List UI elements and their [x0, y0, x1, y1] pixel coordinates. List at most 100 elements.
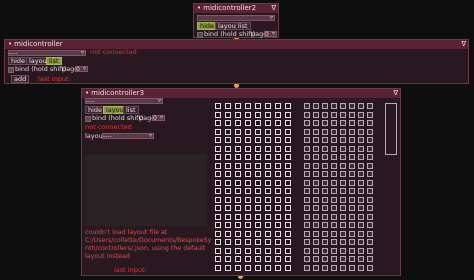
control-pad[interactable] [235, 103, 241, 109]
control-pad[interactable] [235, 154, 241, 160]
control-pad[interactable] [255, 239, 261, 245]
control-pad[interactable] [304, 256, 310, 262]
control-pad[interactable] [275, 230, 281, 237]
control-pad[interactable] [235, 239, 241, 245]
control-pad[interactable] [349, 230, 355, 237]
control-pad[interactable] [340, 145, 346, 152]
control-pad[interactable] [235, 145, 241, 152]
control-pad[interactable] [215, 120, 221, 126]
control-pad[interactable] [304, 171, 310, 177]
control-pad[interactable] [358, 230, 364, 237]
control-pad[interactable] [304, 205, 310, 211]
control-pad[interactable] [358, 137, 364, 143]
control-pad[interactable] [275, 196, 281, 203]
control-pad[interactable] [358, 213, 364, 220]
control-pad[interactable] [245, 179, 251, 186]
control-pad[interactable] [322, 205, 328, 211]
control-pad[interactable] [304, 247, 310, 254]
control-pad[interactable] [225, 128, 231, 135]
control-pad[interactable] [225, 162, 231, 169]
control-pad[interactable] [245, 239, 251, 245]
control-pad[interactable] [322, 137, 328, 143]
control-pad[interactable] [358, 154, 364, 160]
control-pad[interactable] [225, 196, 231, 203]
control-pad[interactable] [265, 128, 271, 135]
control-pad[interactable] [322, 188, 328, 194]
control-pad[interactable] [349, 213, 355, 220]
control-pad[interactable] [304, 145, 310, 152]
control-pad[interactable] [322, 103, 328, 109]
control-pad[interactable] [340, 162, 346, 169]
control-pad[interactable] [304, 179, 310, 186]
control-pad[interactable] [322, 145, 328, 152]
control-pad[interactable] [275, 264, 281, 271]
control-pad[interactable] [245, 247, 251, 254]
control-pad[interactable] [340, 196, 346, 203]
control-pad[interactable] [331, 145, 337, 152]
control-pad[interactable] [265, 256, 271, 262]
control-pad[interactable] [331, 213, 337, 220]
control-pad[interactable] [349, 179, 355, 186]
control-pad[interactable] [255, 171, 261, 177]
control-pad[interactable] [340, 230, 346, 237]
control-pad[interactable] [245, 230, 251, 237]
control-pad[interactable] [225, 205, 231, 211]
control-pad[interactable] [285, 222, 291, 228]
control-pad[interactable] [304, 264, 310, 271]
pin-icon[interactable]: ∇ [461, 40, 466, 49]
control-pad[interactable] [265, 205, 271, 211]
midicontroller-titlebar[interactable]: • midicontroller ∇ [5, 40, 468, 49]
control-pad[interactable] [313, 247, 319, 254]
control-pad[interactable] [285, 256, 291, 262]
page-dropdown[interactable]: 0 ▿ [75, 66, 88, 73]
control-pad[interactable] [304, 196, 310, 203]
control-pad[interactable] [285, 188, 291, 194]
control-pad[interactable] [225, 137, 231, 143]
control-pad[interactable] [275, 205, 281, 211]
control-pad[interactable] [285, 239, 291, 245]
control-pad[interactable] [245, 103, 251, 109]
control-pad[interactable] [285, 128, 291, 135]
control-pad[interactable] [265, 162, 271, 169]
control-pad[interactable] [265, 171, 271, 177]
control-pad[interactable] [358, 120, 364, 126]
control-pad[interactable] [340, 171, 346, 177]
control-pad[interactable] [235, 137, 241, 143]
control-pad[interactable] [358, 162, 364, 169]
control-pad[interactable] [331, 222, 337, 228]
control-pad[interactable] [245, 213, 251, 220]
control-pad[interactable] [322, 171, 328, 177]
control-pad[interactable] [340, 120, 346, 126]
control-pad[interactable] [235, 264, 241, 271]
control-pad[interactable] [322, 239, 328, 245]
control-pad[interactable] [255, 205, 261, 211]
control-pad[interactable] [265, 264, 271, 271]
control-pad[interactable] [358, 103, 364, 109]
control-pad[interactable] [275, 103, 281, 109]
control-pad[interactable] [304, 188, 310, 194]
control-pad[interactable] [285, 213, 291, 220]
control-pad[interactable] [255, 264, 261, 271]
control-pad[interactable] [225, 111, 231, 118]
control-pad[interactable] [215, 111, 221, 118]
control-pad[interactable] [367, 145, 373, 152]
control-pad[interactable] [285, 154, 291, 160]
add-button[interactable]: add [11, 75, 30, 83]
control-pad[interactable] [340, 103, 346, 109]
control-pad[interactable] [285, 145, 291, 152]
control-pad[interactable] [331, 179, 337, 186]
control-pad[interactable] [313, 196, 319, 203]
control-pad[interactable] [313, 256, 319, 262]
control-pad[interactable] [358, 196, 364, 203]
control-pad[interactable] [225, 171, 231, 177]
control-pad[interactable] [245, 162, 251, 169]
control-pad[interactable] [235, 188, 241, 194]
control-pad[interactable] [331, 247, 337, 254]
control-pad[interactable] [331, 128, 337, 135]
control-pad[interactable] [313, 239, 319, 245]
control-pad[interactable] [340, 256, 346, 262]
control-pad[interactable] [367, 256, 373, 262]
control-pad[interactable] [313, 171, 319, 177]
control-pad[interactable] [322, 222, 328, 228]
control-pad[interactable] [358, 179, 364, 186]
